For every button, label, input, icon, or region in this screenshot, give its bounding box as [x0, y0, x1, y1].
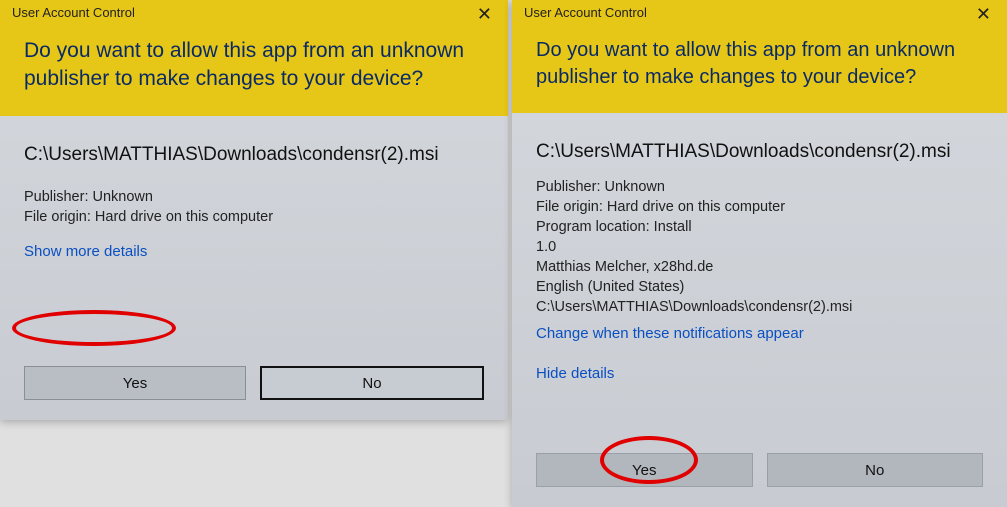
version-line: 1.0: [536, 239, 983, 255]
publisher-line: Publisher: Unknown: [536, 179, 983, 195]
titlebar: User Account Control ✕: [0, 0, 508, 27]
uac-question: Do you want to allow this app from an un…: [24, 37, 484, 94]
publisher-line: Publisher: Unknown: [24, 189, 484, 205]
file-origin-line: File origin: Hard drive on this computer: [536, 199, 983, 215]
uac-dialog-collapsed: User Account Control ✕ Do you want to al…: [0, 0, 508, 420]
show-more-details-link[interactable]: Show more details: [24, 243, 147, 260]
dialog-body: C:\Users\MATTHIAS\Downloads\condensr(2).…: [512, 113, 1007, 439]
hide-details-link[interactable]: Hide details: [536, 365, 614, 382]
no-button[interactable]: No: [260, 366, 484, 400]
header: Do you want to allow this app from an un…: [512, 27, 1007, 113]
no-button[interactable]: No: [767, 453, 984, 487]
change-notifications-link[interactable]: Change when these notifications appear: [536, 325, 804, 342]
file-path: C:\Users\MATTHIAS\Downloads\condensr(2).…: [24, 142, 484, 168]
uac-question: Do you want to allow this app from an un…: [536, 37, 983, 91]
yes-button[interactable]: Yes: [536, 453, 753, 487]
button-row: Yes No: [0, 352, 508, 420]
dialog-body: C:\Users\MATTHIAS\Downloads\condensr(2).…: [0, 116, 508, 352]
language-line: English (United States): [536, 279, 983, 295]
button-row: Yes No: [512, 439, 1007, 507]
close-icon[interactable]: ✕: [970, 5, 997, 23]
program-location-line: Program location: Install: [536, 219, 983, 235]
author-line: Matthias Melcher, x28hd.de: [536, 259, 983, 275]
header: Do you want to allow this app from an un…: [0, 27, 508, 116]
yes-button[interactable]: Yes: [24, 366, 246, 400]
close-icon[interactable]: ✕: [471, 5, 498, 23]
titlebar: User Account Control ✕: [512, 0, 1007, 27]
file-path: C:\Users\MATTHIAS\Downloads\condensr(2).…: [536, 139, 983, 165]
window-title: User Account Control: [12, 5, 135, 20]
file-origin-line: File origin: Hard drive on this computer: [24, 209, 484, 225]
window-title: User Account Control: [524, 5, 647, 20]
uac-dialog-expanded: User Account Control ✕ Do you want to al…: [512, 0, 1007, 507]
full-path-line: C:\Users\MATTHIAS\Downloads\condensr(2).…: [536, 299, 983, 315]
